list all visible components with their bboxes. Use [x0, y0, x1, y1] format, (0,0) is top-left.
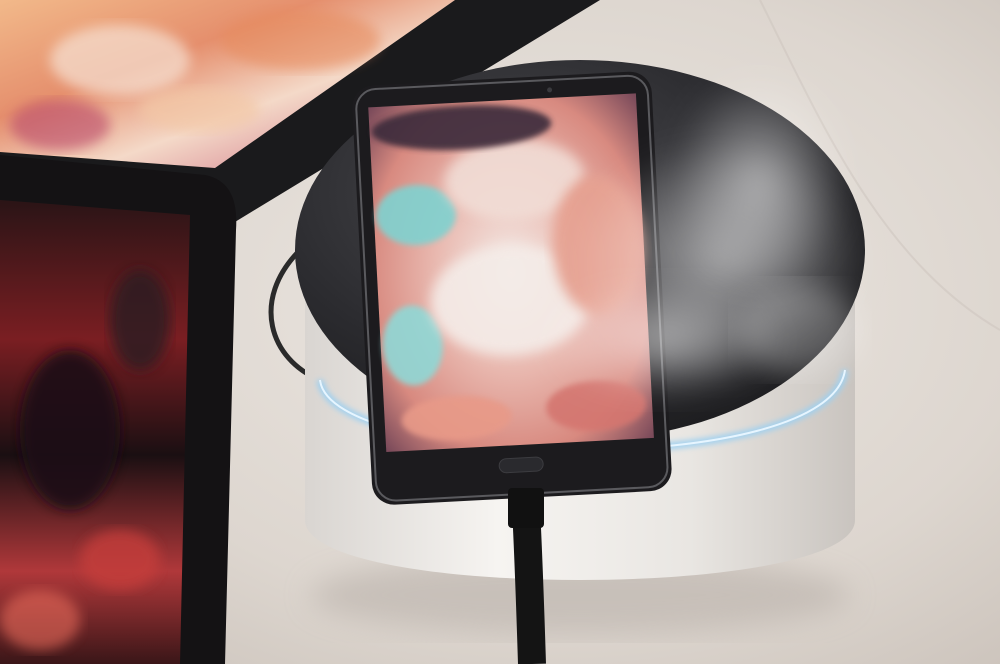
photo-scene: [0, 0, 1000, 664]
tablet: [0, 155, 237, 664]
home-button: [498, 456, 544, 474]
cable-plug: [508, 488, 544, 528]
